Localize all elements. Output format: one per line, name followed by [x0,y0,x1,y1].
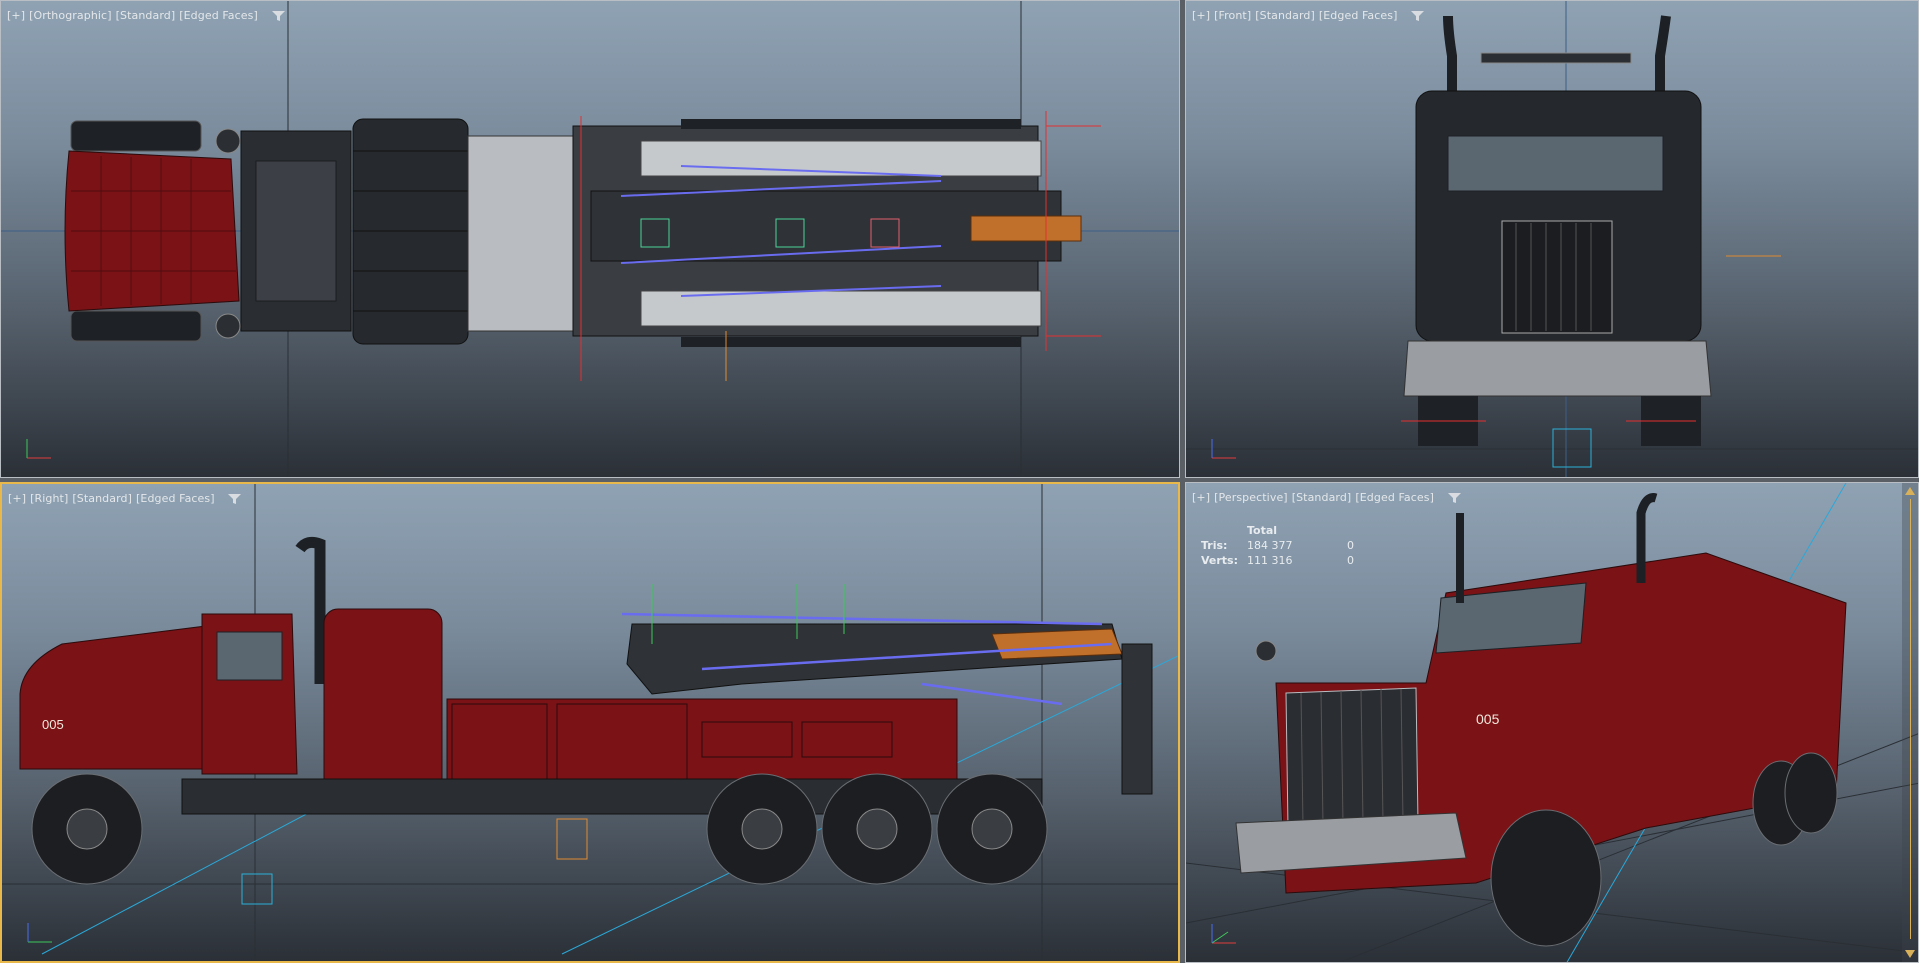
stats-verts-total: 111 316 [1247,554,1293,567]
right-view-scene [2,484,1178,961]
viewport-label-right[interactable]: [+] [Right] [Standard] [Edged Faces] [8,492,242,505]
label-shading[interactable]: [Standard] [72,492,132,505]
label-menu[interactable]: [+] [1192,9,1210,22]
viewport-perspective[interactable]: 005 [+] [Perspective] [Standard] [Edged Fac… [1185,482,1919,963]
axis-gizmo-icon [27,923,52,943]
axis-gizmo-icon [1211,924,1236,944]
label-shading[interactable]: [Standard] [1292,491,1352,504]
label-view[interactable]: [Front] [1214,9,1251,22]
label-view[interactable]: [Right] [30,492,68,505]
stats-header: Total [1247,524,1278,537]
label-menu[interactable]: [+] [8,492,26,505]
filter-icon[interactable] [271,10,285,22]
stats-tris-total: 184 377 [1247,539,1293,552]
filter-icon[interactable] [1411,10,1425,22]
label-shading[interactable]: [Standard] [116,9,176,22]
truck-number-perspective: 005 [1476,711,1500,727]
label-shading[interactable]: [Standard] [1255,9,1315,22]
filter-icon[interactable] [228,493,242,505]
label-menu[interactable]: [+] [7,9,25,22]
label-menu[interactable]: [+] [1192,491,1210,504]
viewport-right[interactable]: 005 [+] [Right] [Standard] [Edged Faces] [0,482,1180,963]
viewport-front[interactable]: [+] [Front] [Standard] [Edged Faces] [1185,0,1919,478]
axis-gizmo-icon [1211,439,1236,459]
viewport-top[interactable]: [+] [Orthographic] [Standard] [Edged Faces] [0,0,1180,478]
scene-statistics: Total Tris: 184 377 0 Verts: 111 316 0 [1201,523,1354,568]
label-view[interactable]: [Orthographic] [29,9,111,22]
stats-verts-label: Verts: [1201,554,1239,567]
stats-tris-selected: 0 [1347,539,1354,552]
label-display[interactable]: [Edged Faces] [1355,491,1434,504]
stats-verts-selected: 0 [1347,554,1354,567]
viewport-label-front[interactable]: [+] [Front] [Standard] [Edged Faces] [1192,9,1425,22]
label-view[interactable]: [Perspective] [1214,491,1288,504]
label-display[interactable]: [Edged Faces] [1319,9,1398,22]
truck-number-right: 005 [42,717,64,732]
label-display[interactable]: [Edged Faces] [179,9,258,22]
filter-icon[interactable] [1447,492,1461,504]
label-display[interactable]: [Edged Faces] [136,492,215,505]
top-view-scene [1,1,1179,477]
viewport-label-perspective[interactable]: [+] [Perspective] [Standard] [Edged Faces] [1192,491,1461,504]
viewport-scrollbar[interactable] [1902,483,1918,962]
axis-gizmo-icon [26,439,51,459]
front-view-scene [1186,1,1918,477]
stats-tris-label: Tris: [1201,539,1228,552]
viewport-label-top[interactable]: [+] [Orthographic] [Standard] [Edged Faces] [7,9,285,22]
